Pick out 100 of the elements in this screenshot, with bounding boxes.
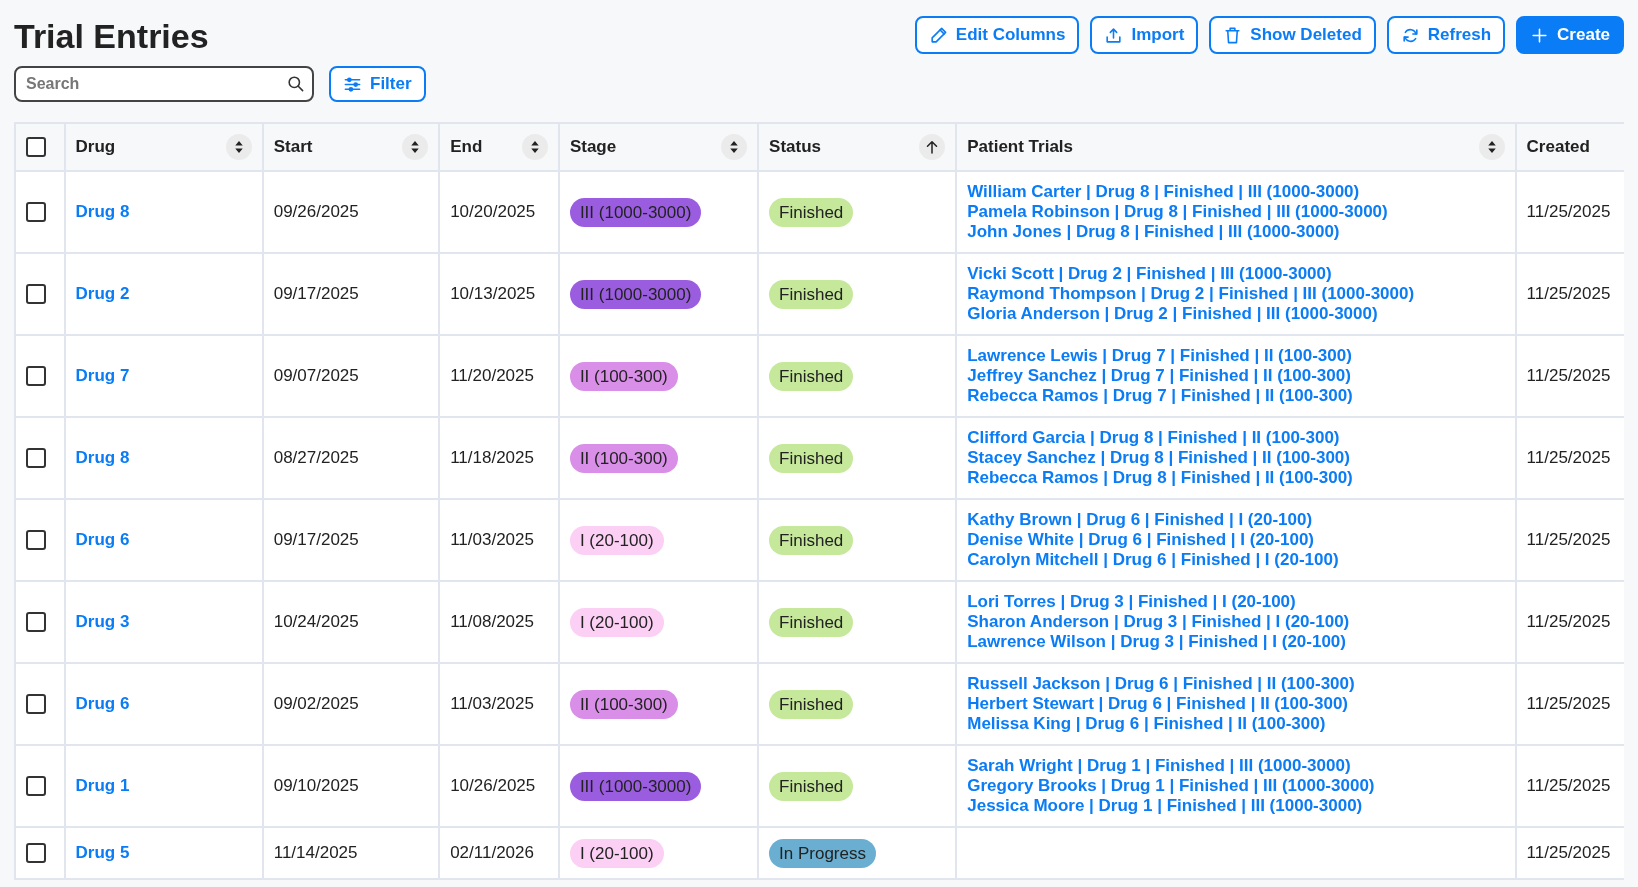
date-text: 09/17/2025 bbox=[273, 530, 359, 549]
column-header: Start bbox=[273, 137, 313, 157]
toolbar-button[interactable]: Edit Columns bbox=[914, 16, 1080, 54]
patient-trial-link[interactable]: Lawrence Wilson | Drug 3 | Finished | I (20-100) bbox=[967, 632, 1346, 652]
patient-trial-link[interactable]: Lawrence Lewis | Drug 7 | Finished | II (100-300) bbox=[967, 346, 1352, 366]
date-text: 10/24/2025 bbox=[273, 612, 359, 631]
date-text: 09/17/2025 bbox=[273, 284, 359, 303]
patient-trial-link[interactable]: Gloria Anderson | Drug 2 | Finished | III (1000-3000) bbox=[967, 304, 1378, 324]
stage-tag: III (1000-3000) bbox=[569, 279, 702, 309]
status-tag: Finished bbox=[769, 443, 854, 473]
patient-trial-link[interactable]: Pamela Robinson | Drug 8 | Finished | III (1000-3000) bbox=[967, 202, 1388, 222]
checkbox[interactable] bbox=[26, 448, 46, 469]
status-tag: Finished bbox=[769, 689, 854, 719]
patient-trial-link[interactable]: Stacey Sanchez | Drug 8 | Finished | II (100-300) bbox=[967, 448, 1350, 468]
stage-tag: I (20-100) bbox=[569, 607, 664, 637]
status-tag: Finished bbox=[769, 607, 854, 637]
drug-link[interactable]: Drug 3 bbox=[75, 612, 130, 631]
patient-trial-link[interactable]: John Jones | Drug 8 | Finished | III (1000-3000) bbox=[967, 222, 1340, 242]
checkbox[interactable] bbox=[26, 284, 46, 305]
patient-trial-link[interactable]: Rebecca Ramos | Drug 7 | Finished | II (100-300) bbox=[967, 386, 1353, 406]
checkbox[interactable] bbox=[26, 776, 46, 797]
date-text: 11/25/2025 bbox=[1526, 612, 1611, 631]
date-text: 11/25/2025 bbox=[1526, 202, 1611, 221]
patient-trial-link[interactable]: Gregory Brooks | Drug 1 | Finished | III (1000-3000) bbox=[967, 776, 1375, 796]
drug-link[interactable]: Drug 5 bbox=[75, 843, 130, 862]
drug-link[interactable]: Drug 1 bbox=[75, 776, 130, 795]
date-text: 08/27/2025 bbox=[273, 448, 359, 467]
date-text: 10/26/2025 bbox=[450, 776, 536, 795]
date-text: 11/25/2025 bbox=[1526, 366, 1611, 385]
patient-trial-link[interactable]: Jessica Moore | Drug 1 | Finished | III (1000-3000) bbox=[967, 796, 1363, 816]
toolbar-button[interactable]: Import bbox=[1090, 16, 1199, 54]
date-text: 09/10/2025 bbox=[273, 776, 359, 795]
patient-trial-link[interactable]: Melissa King | Drug 6 | Finished | II (100-300) bbox=[967, 714, 1326, 734]
date-text: 11/20/2025 bbox=[450, 366, 534, 385]
date-text: 11/25/2025 bbox=[1526, 530, 1611, 549]
filter-button[interactable]: Filter bbox=[329, 66, 426, 102]
drug-link[interactable]: Drug 6 bbox=[75, 694, 130, 713]
search-field[interactable]: Search bbox=[14, 66, 314, 102]
drug-link[interactable]: Drug 8 bbox=[75, 448, 130, 467]
pencil-icon bbox=[928, 25, 948, 45]
column-header: Drug bbox=[75, 137, 116, 157]
date-text: 10/13/2025 bbox=[450, 284, 536, 303]
toolbar-button[interactable]: Show Deleted bbox=[1209, 16, 1376, 54]
search-icon bbox=[286, 74, 305, 93]
sort-button[interactable] bbox=[225, 134, 252, 160]
checkbox[interactable] bbox=[26, 843, 46, 864]
checkbox[interactable] bbox=[26, 202, 46, 223]
status-tag: In Progress bbox=[769, 838, 876, 868]
checkbox[interactable] bbox=[26, 530, 46, 551]
patient-trial-link[interactable]: Lori Torres | Drug 3 | Finished | I (20-100) bbox=[967, 592, 1296, 612]
checkbox[interactable] bbox=[26, 612, 46, 633]
date-text: 02/11/2026 bbox=[450, 843, 534, 862]
status-tag: Finished bbox=[769, 361, 854, 391]
patient-trial-link[interactable]: Sharon Anderson | Drug 3 | Finished | I (20-100) bbox=[967, 612, 1350, 632]
drug-link[interactable]: Drug 7 bbox=[75, 366, 130, 385]
checkbox[interactable] bbox=[26, 137, 46, 158]
patient-trial-link[interactable]: Kathy Brown | Drug 6 | Finished | I (20-100) bbox=[967, 510, 1313, 530]
patient-trial-link[interactable]: William Carter | Drug 8 | Finished | III (1000-3000) bbox=[967, 182, 1360, 202]
stage-tag: I (20-100) bbox=[569, 838, 664, 868]
toolbar-button[interactable]: Refresh bbox=[1386, 16, 1506, 54]
drug-link[interactable]: Drug 6 bbox=[75, 530, 130, 549]
sort-button[interactable] bbox=[402, 134, 429, 160]
date-text: 09/07/2025 bbox=[273, 366, 359, 385]
patient-trial-link[interactable]: Raymond Thompson | Drug 2 | Finished | III (1000-3000) bbox=[967, 284, 1415, 304]
stage-tag: III (1000-3000) bbox=[569, 771, 702, 801]
column-header: Patient Trials bbox=[967, 137, 1074, 157]
sort-button[interactable] bbox=[521, 134, 548, 160]
upload-icon bbox=[1104, 25, 1124, 45]
patient-trial-link[interactable]: Vicki Scott | Drug 2 | Finished | III (1000-3000) bbox=[967, 264, 1332, 284]
stage-tag: I (20-100) bbox=[569, 525, 664, 555]
sort-button[interactable] bbox=[721, 134, 748, 160]
stage-tag: II (100-300) bbox=[569, 361, 678, 391]
date-text: 11/25/2025 bbox=[1526, 694, 1611, 713]
patient-trial-link[interactable]: Rebecca Ramos | Drug 8 | Finished | II (100-300) bbox=[967, 468, 1353, 488]
sort-button[interactable] bbox=[1478, 134, 1505, 160]
stage-tag: II (100-300) bbox=[569, 689, 678, 719]
patient-trial-link[interactable]: Sarah Wright | Drug 1 | Finished | III (1000-3000) bbox=[967, 756, 1351, 776]
status-tag: Finished bbox=[769, 525, 854, 555]
drug-link[interactable]: Drug 8 bbox=[75, 202, 130, 221]
page-title: Trial Entries bbox=[14, 16, 210, 56]
column-header: Stage bbox=[569, 137, 617, 157]
patient-trial-link[interactable]: Denise White | Drug 6 | Finished | I (20-100) bbox=[967, 530, 1314, 550]
checkbox[interactable] bbox=[26, 694, 46, 715]
patient-trial-link[interactable]: Herbert Stewart | Drug 6 | Finished | II (100-300) bbox=[967, 694, 1349, 714]
status-tag: Finished bbox=[769, 771, 854, 801]
sort-button[interactable] bbox=[919, 134, 946, 160]
date-text: 11/03/2025 bbox=[450, 530, 534, 549]
date-text: 11/18/2025 bbox=[450, 448, 534, 467]
date-text: 11/14/2025 bbox=[273, 843, 358, 862]
date-text: 09/26/2025 bbox=[273, 202, 359, 221]
patient-trial-link[interactable]: Jeffrey Sanchez | Drug 7 | Finished | II (100-300) bbox=[967, 366, 1351, 386]
checkbox[interactable] bbox=[26, 366, 46, 387]
toolbar-button[interactable]: Create bbox=[1516, 16, 1624, 54]
status-tag: Finished bbox=[769, 279, 854, 309]
patient-trial-link[interactable]: Clifford Garcia | Drug 8 | Finished | II (100-300) bbox=[967, 428, 1340, 448]
drug-link[interactable]: Drug 2 bbox=[75, 284, 130, 303]
stage-tag: III (1000-3000) bbox=[569, 197, 702, 227]
patient-trial-link[interactable]: Carolyn Mitchell | Drug 6 | Finished | I (20-100) bbox=[967, 550, 1339, 570]
patient-trial-link[interactable]: Russell Jackson | Drug 6 | Finished | II (100-300) bbox=[967, 674, 1355, 694]
sliders-icon bbox=[343, 74, 362, 94]
